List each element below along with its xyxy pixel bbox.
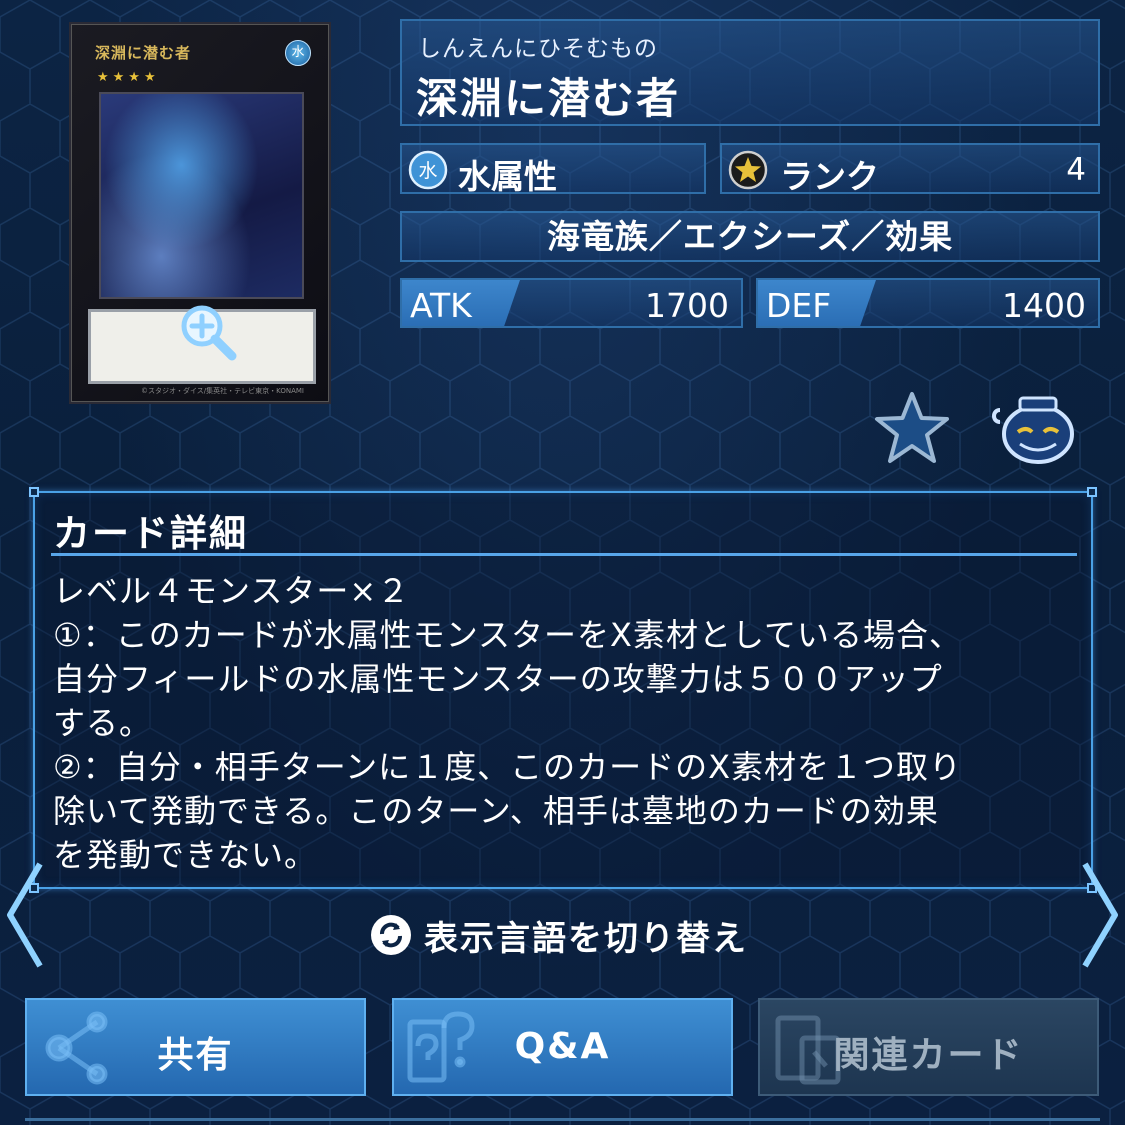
card-image-attribute-icon: 水	[285, 40, 311, 66]
language-toggle-button[interactable]: 表示言語を切り替え	[370, 910, 748, 960]
qa-button[interactable]: Q&A	[392, 998, 733, 1096]
card-artwork	[99, 92, 304, 299]
favorite-star-icon[interactable]	[872, 390, 952, 466]
attribute-panel: 水 水属性	[400, 143, 706, 196]
frame-corner	[1087, 487, 1097, 497]
qa-button-label: Q&A	[514, 1026, 611, 1067]
card-image-name: 深淵に潜む者	[95, 44, 192, 62]
def-value: 1400	[1002, 286, 1086, 325]
type-panel: 海竜族／エクシーズ／効果	[400, 211, 1100, 262]
share-button-label: 共有	[157, 1035, 234, 1076]
language-toggle-label: 表示言語を切り替え	[424, 918, 748, 959]
def-panel: DEF 1400	[756, 278, 1100, 328]
related-cards-button[interactable]: 関連カード	[758, 998, 1099, 1096]
atk-value: 1700	[645, 286, 729, 325]
zoom-in-icon[interactable]	[176, 300, 240, 364]
card-name: 深淵に潜む者	[416, 74, 681, 123]
share-button[interactable]: 共有	[25, 998, 366, 1096]
details-title: カード詳細	[53, 512, 248, 555]
card-effect-text: レベル４モンスター×２ ①：このカードが水属性モンスターをX素材としている場合、…	[53, 572, 963, 874]
pot-of-greed-icon[interactable]	[990, 390, 1082, 466]
def-label: DEF	[766, 286, 832, 325]
card-name-reading: しんえんにひそむもの	[418, 36, 658, 62]
svg-text:水: 水	[418, 160, 437, 182]
details-divider	[51, 553, 1077, 556]
rank-star-icon	[728, 150, 768, 190]
attribute-label: 水属性	[458, 157, 557, 196]
refresh-icon	[371, 915, 411, 955]
bottom-divider	[25, 1118, 1100, 1121]
frame-corner	[29, 487, 39, 497]
rank-panel: ランク 4	[720, 143, 1100, 196]
card-copyright: ©スタジオ・ダイス/集英社・テレビ東京・KONAMI	[141, 387, 304, 395]
related-cards-button-label: 関連カード	[833, 1035, 1024, 1076]
next-card-arrow-icon[interactable]	[1079, 860, 1123, 970]
atk-panel: ATK 1700	[400, 278, 743, 328]
rank-label: ランク	[780, 157, 879, 196]
card-name-panel: しんえんにひそむもの 深淵に潜む者	[400, 19, 1100, 126]
rank-value: 4	[1066, 152, 1086, 188]
previous-card-arrow-icon[interactable]	[2, 860, 46, 970]
atk-label: ATK	[410, 286, 472, 325]
water-attribute-icon: 水	[408, 150, 448, 190]
card-image-rank-stars: ★★★★	[97, 70, 160, 85]
card-type-line: 海竜族／エクシーズ／効果	[546, 217, 954, 256]
card-details-panel[interactable]: カード詳細 レベル４モンスター×２ ①：このカードが水属性モンスターをX素材とし…	[29, 487, 1097, 893]
